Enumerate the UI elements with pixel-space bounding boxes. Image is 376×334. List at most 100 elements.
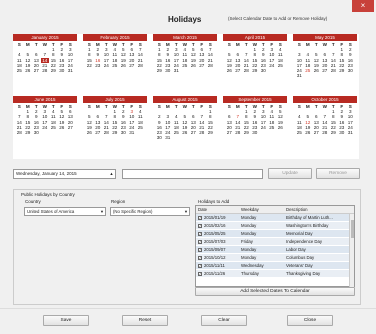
column-header-weekday[interactable]: Weekday — [241, 206, 286, 213]
checkbox[interactable]: ✓ — [198, 263, 202, 268]
day-cell[interactable]: 26 — [85, 130, 94, 135]
day-cell[interactable] — [198, 68, 207, 73]
day-cell[interactable]: 27 — [32, 68, 41, 73]
day-cell[interactable]: 30 — [58, 68, 67, 73]
month-calendar[interactable]: September 2015 S M T W T F S 1 2 3 4 5 6 7 8 9 10 11 12 13 14… — [223, 96, 287, 136]
day-cell[interactable] — [58, 130, 67, 135]
day-cell[interactable]: 29 — [329, 130, 338, 135]
column-header-description[interactable]: Description — [286, 206, 348, 213]
day-cell[interactable]: 30 — [251, 130, 260, 135]
table-row[interactable]: ✓ 2015/10/12 Monday Columbus Day — [196, 254, 354, 262]
day-cell[interactable] — [346, 73, 355, 78]
day-cell[interactable]: 25 — [15, 68, 24, 73]
checkbox[interactable]: ✓ — [198, 247, 202, 252]
day-cell[interactable]: 30 — [32, 130, 41, 135]
remove-button[interactable]: Remove — [316, 168, 360, 179]
day-cell[interactable]: 26 — [225, 68, 234, 73]
day-cell[interactable] — [259, 130, 268, 135]
day-cell[interactable] — [338, 73, 347, 78]
day-cell[interactable] — [268, 68, 277, 73]
day-cell[interactable] — [172, 135, 181, 140]
day-cell[interactable] — [276, 130, 285, 135]
table-row[interactable]: ✓ 2015/09/07 Monday Labor Day — [196, 246, 354, 254]
day-cell[interactable] — [181, 68, 190, 73]
day-cell[interactable]: 26 — [24, 68, 33, 73]
day-cell[interactable]: 31 — [172, 68, 181, 73]
table-row[interactable]: ✓ 2015/02/16 Monday Washington's Birthday — [196, 222, 354, 230]
day-cell[interactable]: 28 — [234, 130, 243, 135]
day-cell[interactable]: 30 — [259, 68, 268, 73]
day-cell[interactable] — [304, 73, 313, 78]
clear-button[interactable]: Clear — [201, 315, 247, 326]
day-cell[interactable]: 25 — [295, 130, 304, 135]
day-cell[interactable]: 31 — [128, 130, 137, 135]
checkbox[interactable]: ✓ — [198, 215, 202, 220]
day-cell[interactable]: 31 — [66, 68, 75, 73]
month-calendar[interactable]: March 2015 S M T W T F S 1 2 3 4 5 6 7 8 9 10 11 12 13 14 15 16… — [153, 34, 217, 74]
day-cell[interactable]: 28 — [136, 63, 145, 68]
day-cell[interactable]: 30 — [164, 68, 173, 73]
day-cell[interactable]: 23 — [94, 63, 103, 68]
day-cell[interactable]: 28 — [242, 68, 251, 73]
table-row[interactable]: ✓ 2015/11/26 Thursday Thanksgiving Day — [196, 270, 354, 278]
day-cell[interactable]: 26 — [119, 63, 128, 68]
region-select[interactable]: (No Specific Region) ▼ — [110, 207, 190, 216]
day-cell[interactable] — [136, 130, 145, 135]
day-cell[interactable]: 28 — [15, 130, 24, 135]
day-cell[interactable]: 27 — [225, 130, 234, 135]
day-cell[interactable]: 28 — [102, 130, 111, 135]
day-cell[interactable]: 25 — [111, 63, 120, 68]
close-button[interactable]: × — [352, 0, 374, 12]
checkbox[interactable]: ✓ — [198, 271, 202, 276]
checkbox[interactable]: ✓ — [198, 239, 202, 244]
month-calendar[interactable]: February 2015 S M T W T F S 1 2 3 4 5 6 7 8 9 10 11 12 13 14 1… — [83, 34, 147, 69]
day-cell[interactable] — [206, 135, 215, 140]
day-cell[interactable]: 31 — [164, 135, 173, 140]
month-calendar[interactable]: June 2015 S M T W T F S 1 2 3 4 5 6 7 8 9 10 11 12 13 14 15 16 1… — [13, 96, 77, 136]
day-cell[interactable]: 28 — [321, 130, 330, 135]
day-cell[interactable]: 22 — [85, 63, 94, 68]
table-row[interactable]: ✓ 2015/01/19 Monday Birthday of Martin Luth… — [196, 214, 354, 222]
month-calendar[interactable]: October 2015 S M T W T F S 1 2 3 4 5 6 7 8 9 10 11 12 13 14 15… — [293, 96, 357, 136]
day-cell[interactable]: 30 — [155, 135, 164, 140]
month-calendar[interactable]: January 2015 S M T W T F S 1 2 3 4 5 6 7 8 9 10 11 12 13 14 15… — [13, 34, 77, 74]
day-cell[interactable]: 27 — [312, 130, 321, 135]
spin-icon[interactable]: ▲ — [108, 170, 115, 178]
day-cell[interactable]: 29 — [49, 68, 58, 73]
day-cell[interactable] — [189, 68, 198, 73]
day-cell[interactable] — [206, 68, 215, 73]
day-cell[interactable] — [276, 68, 285, 73]
day-cell[interactable] — [41, 130, 50, 135]
day-cell[interactable]: 27 — [234, 68, 243, 73]
table-scrollbar[interactable] — [349, 214, 354, 288]
day-cell[interactable] — [321, 73, 330, 78]
day-cell[interactable]: 31 — [346, 130, 355, 135]
date-picker[interactable]: Wednesday, January 14, 2015 — [13, 169, 116, 179]
checkbox[interactable]: ✓ — [198, 231, 202, 236]
checkbox[interactable]: ✓ — [198, 255, 202, 260]
day-cell[interactable]: 30 — [119, 130, 128, 135]
holiday-description-input[interactable] — [122, 169, 263, 179]
day-cell[interactable]: 29 — [155, 68, 164, 73]
day-cell[interactable]: 27 — [94, 130, 103, 135]
column-header-date[interactable]: Date — [196, 206, 241, 213]
add-selected-dates-button[interactable]: Add Selected Dates To Calendar — [195, 287, 355, 296]
day-cell[interactable]: 29 — [251, 68, 260, 73]
day-cell[interactable] — [198, 135, 207, 140]
day-cell[interactable] — [181, 135, 190, 140]
save-button[interactable]: Save — [43, 315, 89, 326]
checkbox[interactable]: ✓ — [198, 223, 202, 228]
table-row[interactable]: ✓ 2015/05/25 Monday Memorial Day — [196, 230, 354, 238]
month-calendar[interactable]: August 2015 S M T W T F S 1 2 3 4 5 6 7 8 9 10 11 12 13 14 15 1… — [153, 96, 217, 141]
table-row[interactable]: ✓ 2015/07/03 Friday Independence Day — [196, 238, 354, 246]
month-calendar[interactable]: April 2015 S M T W T F S 1 2 3 4 5 6 7 8 9 10 11 12 13 14 15 16… — [223, 34, 287, 74]
table-row[interactable]: ✓ 2015/11/11 Wednesday Veterans' Day — [196, 262, 354, 270]
day-cell[interactable] — [49, 130, 58, 135]
day-cell[interactable]: 29 — [242, 130, 251, 135]
month-calendar[interactable]: May 2015 S M T W T F S 1 2 3 4 5 6 7 8 9 10 11 12 13 14 15 16 17… — [293, 34, 357, 79]
day-cell[interactable]: 30 — [338, 130, 347, 135]
day-cell[interactable]: 24 — [102, 63, 111, 68]
day-cell[interactable]: 26 — [304, 130, 313, 135]
day-cell[interactable]: 27 — [128, 63, 137, 68]
day-cell[interactable]: 29 — [24, 130, 33, 135]
